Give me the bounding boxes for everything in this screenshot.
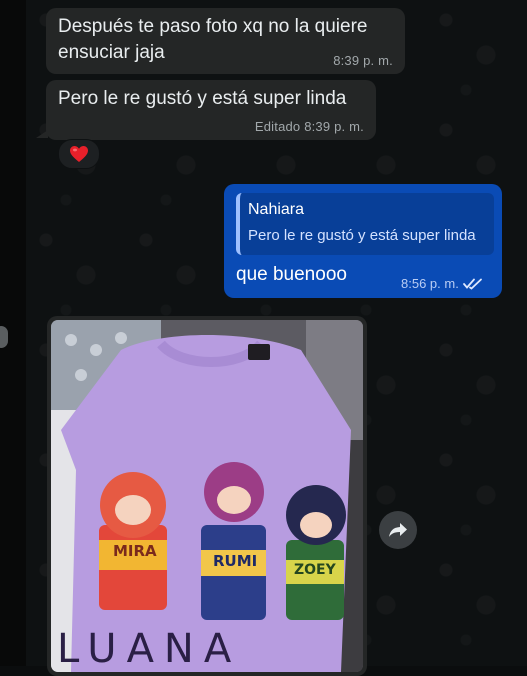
cup-label: ZOEY [294, 562, 336, 578]
forward-button[interactable] [379, 511, 417, 549]
message-meta: Editado 8:39 p. m. [255, 119, 364, 134]
cup-label: RUMI [213, 552, 258, 570]
message-time: 8:39 p. m. [304, 119, 364, 134]
incoming-message[interactable]: Después te paso foto xq no la quiere ens… [46, 8, 405, 74]
message-text: que buenooo [236, 264, 347, 285]
message-time: 8:56 p. m. [401, 276, 459, 291]
message-meta: 8:56 p. m. [401, 276, 483, 291]
left-rail [0, 0, 26, 666]
quoted-reply[interactable]: Nahiara Pero le re gustó y está super li… [236, 193, 494, 255]
shirt-print-text: LUANA [57, 626, 242, 672]
edited-label: Editado [254, 119, 301, 134]
message-text-line: Después te paso foto xq no la quiere [58, 16, 368, 37]
message-text-line: ensuciar jaja [58, 42, 165, 63]
incoming-message[interactable]: Pero le re gustó y está super linda Edit… [46, 80, 376, 140]
message-reaction[interactable]: ❤️ [58, 139, 100, 169]
double-check-icon [462, 278, 482, 290]
photo[interactable]: MIRA RUMI ZOEY LUANA [51, 320, 363, 672]
heart-icon [70, 146, 88, 162]
panel-handle[interactable] [0, 326, 8, 348]
tshirt-photo [51, 320, 363, 672]
message-text: Pero le re gustó y está super linda [58, 88, 347, 109]
cup-label: MIRA [113, 542, 157, 560]
incoming-image-message[interactable]: MIRA RUMI ZOEY LUANA [47, 316, 367, 676]
quote-author: Nahiara [248, 201, 305, 218]
forward-arrow-icon [389, 523, 407, 537]
quote-text: Pero le re gustó y está super linda [248, 227, 476, 244]
message-time: 8:39 p. m. [333, 53, 393, 68]
